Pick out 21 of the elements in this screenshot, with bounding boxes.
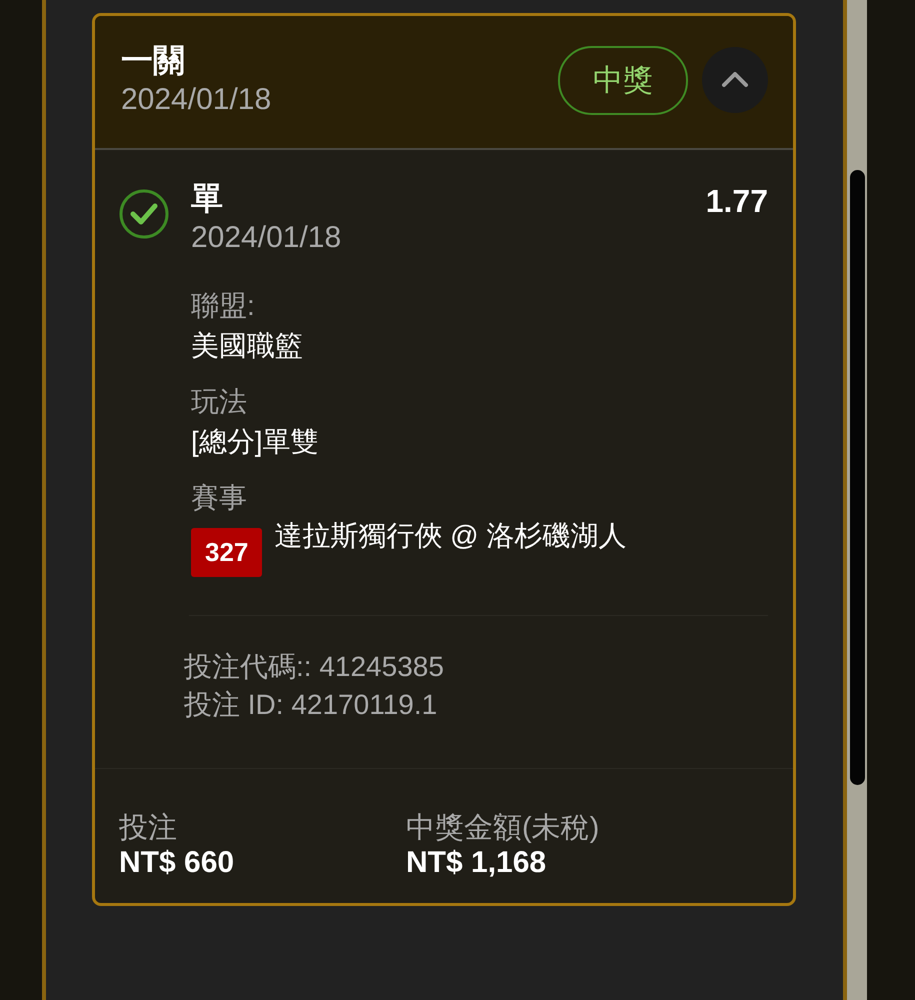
- summary-value: NT$ 1,168: [406, 845, 546, 881]
- odds: 1.77: [706, 182, 768, 221]
- detail-value: [總分]單雙: [191, 425, 319, 459]
- bet-code: 投注代碼:: 41245385: [184, 650, 444, 684]
- status-badge: 中獎: [558, 46, 688, 114]
- chevron-icon: [722, 72, 748, 88]
- detail-value: 美國職籃: [191, 329, 303, 363]
- scrollbar-thumb[interactable]: [850, 170, 865, 785]
- bet-name: 單: [191, 179, 223, 218]
- bet-date: 2024/01/18: [191, 220, 342, 256]
- ticket-date: 2024/01/18: [121, 82, 272, 118]
- summary-label: 中獎金額(未稅): [406, 811, 600, 845]
- bet-code: 投注 ID: 42170119.1: [184, 688, 438, 722]
- summary-value: NT$ 660: [119, 845, 234, 881]
- event-name: 達拉斯獨行俠 @ 洛杉磯湖人: [274, 519, 628, 553]
- event-number: 327: [191, 528, 262, 577]
- detail-label: 玩法: [191, 385, 247, 419]
- detail-label: 聯盟:: [191, 289, 255, 323]
- ticket-title: 一關: [121, 41, 185, 80]
- event-label: 賽事: [191, 481, 247, 515]
- summary-label: 投注: [119, 811, 177, 845]
